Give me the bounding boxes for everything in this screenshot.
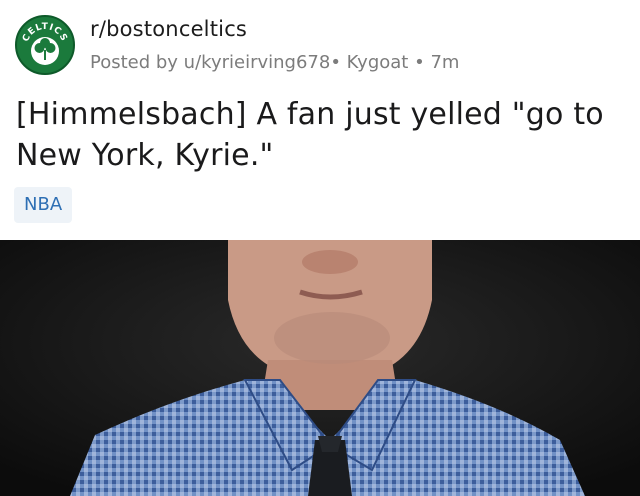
post-header: CELTICS r/bostonceltics Posted by u/kyri… xyxy=(0,0,640,240)
meta-separator: • xyxy=(330,52,341,73)
author-flair: Kygoat xyxy=(346,52,409,73)
post-flair[interactable]: NBA xyxy=(14,187,73,223)
subreddit-name[interactable]: r/bostonceltics xyxy=(90,17,247,41)
post-age: 7m xyxy=(430,52,460,73)
celtics-clover-icon: CELTICS xyxy=(21,22,68,65)
posted-by[interactable]: Posted by u/kyrieirving678 xyxy=(90,52,330,73)
post-title[interactable]: [Himmelsbach] A fan just yelled "go to N… xyxy=(16,94,626,176)
meta-separator: • xyxy=(414,52,425,73)
post-meta: Posted by u/kyrieirving678• Kygoat • 7m xyxy=(90,52,459,73)
subreddit-avatar[interactable]: CELTICS xyxy=(15,15,75,75)
post-image[interactable] xyxy=(0,240,640,496)
